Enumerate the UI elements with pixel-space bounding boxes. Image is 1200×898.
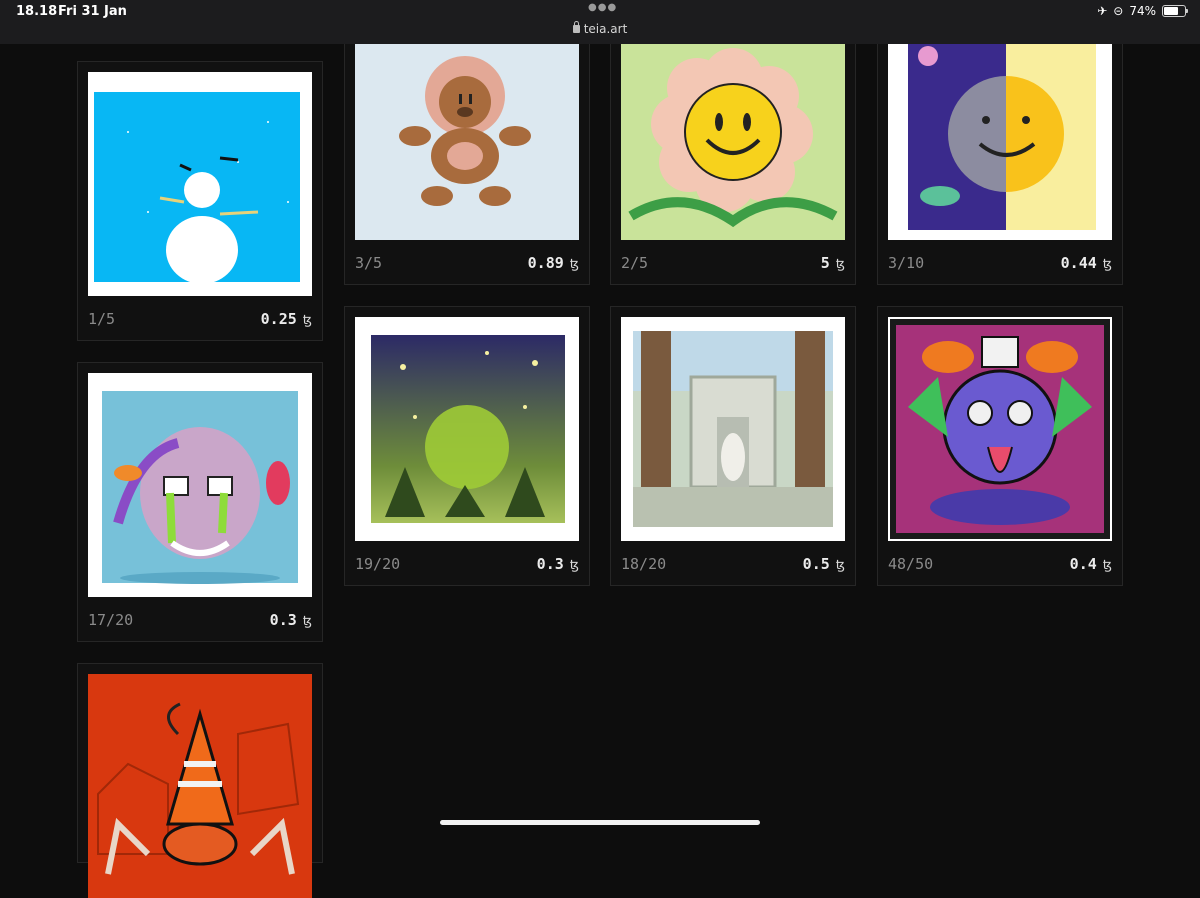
edition-count: 2/5 <box>621 254 649 272</box>
artwork-snowman[interactable] <box>88 72 312 296</box>
price: 0.5 ꜩ <box>802 555 845 573</box>
price: 0.89 ꜩ <box>527 254 579 272</box>
edition-count: 3/5 <box>355 254 383 272</box>
status-icons: ✈ ⊝ 74% <box>1097 4 1188 18</box>
tezos-icon: ꜩ <box>835 558 845 573</box>
artwork-mushroom-rat[interactable] <box>888 317 1112 541</box>
artwork-card[interactable]: 17/20 0.3 ꜩ <box>77 362 323 642</box>
artwork-card[interactable]: 1/5 0.25 ꜩ <box>77 61 323 341</box>
artwork-card[interactable]: 18/20 0.5 ꜩ <box>610 306 856 586</box>
lock-icon <box>572 21 580 33</box>
artwork-card[interactable]: 48/50 0.4 ꜩ <box>877 306 1123 586</box>
artwork-card[interactable]: 2/5 5ꜩ <box>610 5 856 285</box>
tezos-icon: ꜩ <box>1102 257 1112 272</box>
price: 5ꜩ <box>820 254 845 272</box>
artwork-card[interactable]: 3/10 0.44 ꜩ <box>877 5 1123 285</box>
edition-count: 48/50 <box>888 555 934 573</box>
tezos-icon: ꜩ <box>302 614 312 629</box>
price: 0.4 ꜩ <box>1069 555 1112 573</box>
tezos-icon: ꜩ <box>302 313 312 328</box>
price: 0.25 ꜩ <box>260 310 312 328</box>
artwork-card[interactable]: 3/5 0.89 ꜩ <box>344 5 590 285</box>
edition-count: 1/5 <box>88 310 116 328</box>
artwork-smiling-flower[interactable] <box>621 16 845 240</box>
link-icon: ⊝ <box>1113 4 1124 18</box>
date: Fri 31 Jan <box>58 4 127 19</box>
tezos-icon: ꜩ <box>1102 558 1112 573</box>
edition-count: 3/10 <box>888 254 925 272</box>
edition-count: 17/20 <box>88 611 134 629</box>
clock: 18.18 <box>16 4 58 19</box>
price: 0.3 ꜩ <box>536 555 579 573</box>
artwork-bear-angel[interactable] <box>355 16 579 240</box>
artwork-traffic-cone-spider[interactable] <box>88 674 312 898</box>
tezos-icon: ꜩ <box>835 257 845 272</box>
home-indicator[interactable] <box>440 820 760 825</box>
battery-icon <box>1162 5 1188 17</box>
artwork-glowing-orb[interactable] <box>355 317 579 541</box>
multitasking-dots-icon[interactable]: ●●● <box>588 2 617 13</box>
url-text: teia.art <box>583 22 628 36</box>
airplane-icon: ✈ <box>1097 4 1108 18</box>
price: 0.44 ꜩ <box>1060 254 1112 272</box>
tezos-icon: ꜩ <box>569 558 579 573</box>
artwork-moon-sun[interactable] <box>888 16 1112 240</box>
edition-count: 19/20 <box>355 555 401 573</box>
battery-percent: 74% <box>1129 4 1156 18</box>
artwork-skull-snakes[interactable] <box>88 373 312 597</box>
price: 0.3 ꜩ <box>269 611 312 629</box>
artwork-card[interactable]: 19/20 0.3 ꜩ <box>344 306 590 586</box>
artwork-forest-temple[interactable] <box>621 317 845 541</box>
status-bar: 18.18 Fri 31 Jan ●●● teia.art ✈ ⊝ 74% <box>0 0 1200 44</box>
tezos-icon: ꜩ <box>569 257 579 272</box>
artwork-card[interactable] <box>77 663 323 898</box>
address-bar[interactable]: teia.art <box>0 21 1200 36</box>
edition-count: 18/20 <box>621 555 667 573</box>
